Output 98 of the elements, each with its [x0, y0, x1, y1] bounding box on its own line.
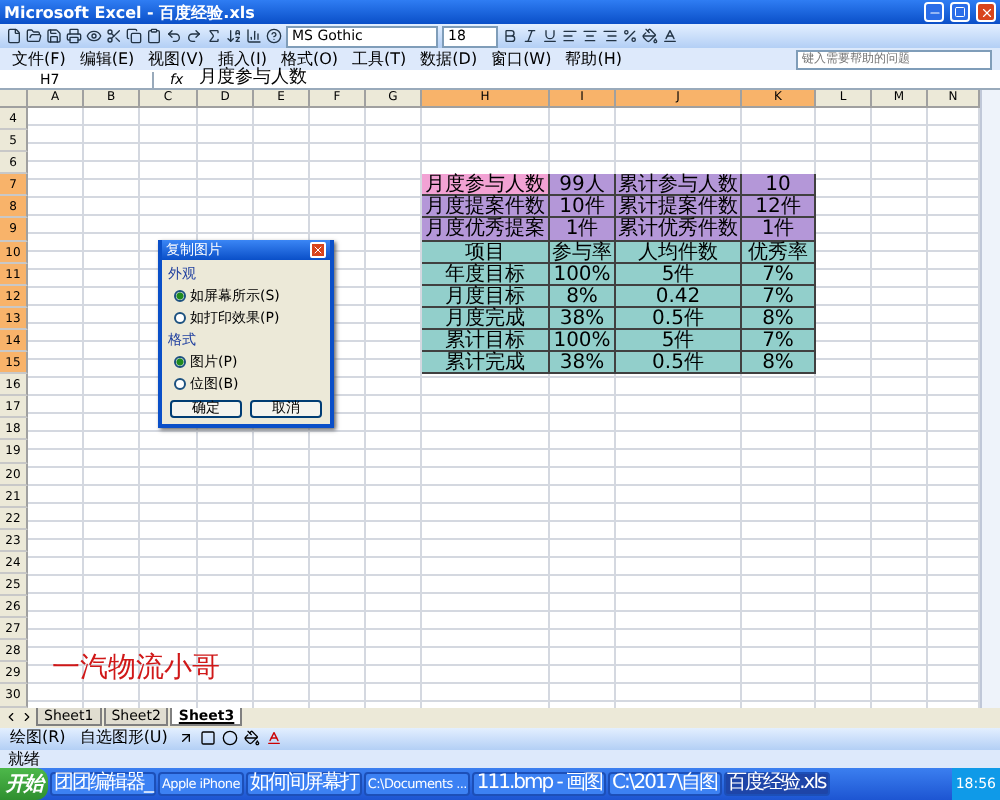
previous-sheet-icon[interactable] [4, 710, 18, 725]
menu-item[interactable]: 视图(V) [144, 48, 208, 70]
table-cell: 月度完成 [422, 307, 550, 330]
table-cell: 38% [550, 307, 616, 330]
paste-icon[interactable] [146, 28, 162, 44]
taskbar-button[interactable]: 团团编辑器_ [50, 771, 156, 796]
help-icon[interactable] [266, 28, 282, 44]
maximize-button[interactable] [950, 2, 970, 22]
arrow-icon[interactable] [177, 730, 194, 747]
preview-icon[interactable] [86, 28, 102, 44]
font-color-icon[interactable] [265, 730, 282, 747]
close-button[interactable] [976, 2, 996, 22]
open-folder-icon[interactable] [26, 28, 42, 44]
print-icon[interactable] [66, 28, 82, 44]
bar-chart-icon[interactable] [246, 28, 262, 44]
table-cell: 1件 [742, 218, 816, 242]
next-sheet-icon[interactable] [20, 710, 34, 725]
table-cell: 累计目标 [422, 329, 550, 353]
table-cell: 99人 [550, 174, 616, 197]
drawing-menu-button[interactable]: 绘图(R) [6, 728, 70, 749]
align-right-icon[interactable] [602, 28, 618, 44]
align-left-icon[interactable] [562, 28, 578, 44]
table-cell: 12件 [742, 196, 816, 219]
table-cell: 8% [550, 285, 616, 308]
close-icon [312, 244, 324, 256]
radio-icon[interactable] [174, 290, 186, 302]
caption-text: 一汽物流小哥 [52, 650, 220, 686]
menu-item[interactable]: 文件(F) [8, 48, 70, 70]
menu-item[interactable]: 编辑(E) [75, 48, 139, 70]
fill-color-icon[interactable] [642, 28, 658, 44]
table-cell: 月度参与人数 [422, 174, 550, 197]
undo-icon[interactable] [166, 28, 182, 44]
table-cell: 10件 [550, 196, 616, 219]
menu-item[interactable]: 数据(D) [416, 48, 482, 70]
taskbar-button[interactable]: C:\2017\自图 [608, 771, 722, 796]
table-cell: 累计提案件数 [616, 196, 742, 219]
table-cell: 10 [742, 174, 816, 197]
close-button[interactable] [310, 242, 326, 258]
table-cell: 月度优秀提案 [422, 218, 550, 242]
rectangle-icon[interactable] [199, 730, 216, 747]
table-cell: 年度目标 [422, 263, 550, 286]
copy-icon[interactable] [126, 28, 142, 44]
table-cell: 5件 [616, 263, 742, 286]
taskbar-button[interactable]: 111.bmp - 画图 [472, 771, 607, 796]
table-cell: 累计优秀件数 [616, 218, 742, 242]
table-cell: 8% [742, 307, 816, 330]
table-cell: 8% [742, 352, 816, 375]
fill-color-icon[interactable] [243, 730, 260, 747]
underline-icon[interactable] [542, 28, 558, 44]
oval-icon[interactable] [221, 730, 238, 747]
table-cell: 0.42 [616, 285, 742, 308]
close-icon [979, 5, 993, 19]
table-cell: 0.5件 [616, 307, 742, 330]
italic-icon[interactable] [522, 28, 538, 44]
table-cell: 1件 [550, 218, 616, 242]
table-cell: 参与率 [550, 241, 616, 264]
table-cell: 7% [742, 329, 816, 353]
radio-icon[interactable] [174, 312, 186, 324]
menu-item[interactable]: 窗口(W) [487, 48, 556, 70]
table-cell: 累计参与人数 [616, 174, 742, 197]
table-cell: 7% [742, 285, 816, 308]
menu-item[interactable]: 插入(I) [213, 48, 271, 70]
table-cell: 100% [550, 263, 616, 286]
table-cell: 人均件数 [616, 241, 742, 264]
sum-icon[interactable] [206, 28, 222, 44]
table-cell: 38% [550, 352, 616, 375]
status-text: 就绪 [8, 747, 40, 770]
table-cell: 5件 [616, 329, 742, 353]
cut-icon[interactable] [106, 28, 122, 44]
radio-icon[interactable] [174, 378, 186, 390]
redo-icon[interactable] [186, 28, 202, 44]
maximize-icon [954, 6, 966, 18]
menu-item[interactable]: 工具(T) [348, 48, 411, 70]
table-cell: 项目 [422, 241, 550, 264]
table-cell: 7% [742, 263, 816, 286]
new-document-icon[interactable] [6, 28, 22, 44]
table-cell: 月度目标 [422, 285, 550, 308]
worksheet-grid[interactable] [0, 90, 980, 708]
taskbar-button[interactable]: 百度经验.xls [723, 771, 830, 796]
bold-icon[interactable] [502, 28, 518, 44]
window-title: Microsoft Excel - 百度经验.xls [4, 1, 257, 23]
menu-item[interactable]: 帮助(H) [561, 48, 626, 70]
align-center-icon[interactable] [582, 28, 598, 44]
percent-icon[interactable] [622, 28, 638, 44]
table-cell: 100% [550, 329, 616, 353]
font-color-icon[interactable] [662, 28, 678, 44]
minimize-button[interactable] [924, 2, 944, 22]
table-cell: 月度提案件数 [422, 196, 550, 219]
table-cell: 优秀率 [742, 241, 816, 264]
formula-content[interactable]: 月度参与人数 [199, 70, 308, 88]
table-cell: 0.5件 [616, 352, 742, 375]
table-cell: 累计完成 [422, 352, 550, 375]
taskbar-button[interactable]: 如何间屏幕打 [245, 771, 362, 796]
menu-item[interactable]: 格式(O) [276, 48, 343, 70]
sort-icon[interactable] [226, 28, 242, 44]
drawing-menu-button[interactable]: 自选图形(U) [75, 728, 172, 749]
radio-icon[interactable] [174, 356, 186, 368]
save-icon[interactable] [46, 28, 62, 44]
